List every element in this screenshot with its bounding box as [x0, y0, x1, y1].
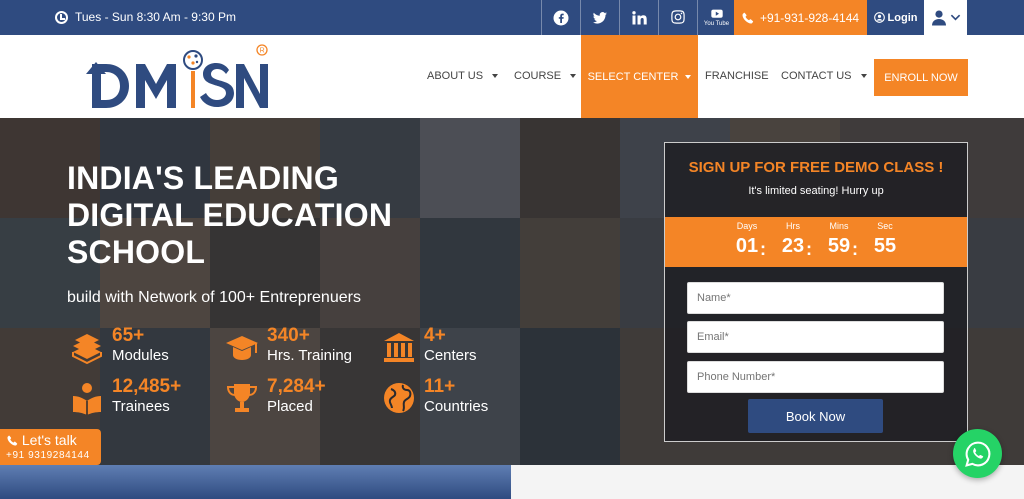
headline-line-1: INDIA'S LEADING [67, 160, 339, 196]
countdown-days-label: Days [736, 221, 758, 231]
books-icon [72, 334, 102, 364]
countdown-seconds-label: Sec [877, 221, 893, 231]
top-bar: Tues - Sun 8:30 Am - 9:30 Pm You Tube +9… [0, 0, 1024, 35]
stat-centers: 4+ Centers [382, 326, 477, 366]
nav-about-us[interactable]: ABOUT US [427, 70, 499, 82]
next-section-left [0, 465, 511, 499]
countdown-seconds: Sec 55 [865, 221, 905, 258]
stat-label: Hrs. Training [267, 347, 353, 364]
countdown-hours-label: Hrs [786, 221, 800, 231]
caret-down-icon [570, 74, 577, 78]
stat-number: 7,284+ [267, 376, 326, 397]
lets-talk-label: Let's talk [21, 432, 77, 448]
countdown-separator: : [852, 239, 858, 259]
building-icon [384, 333, 414, 362]
phone-icon [7, 435, 18, 446]
phone-icon [742, 12, 754, 24]
header-phone-number: +91-931-928-4144 [759, 10, 860, 25]
lets-talk-title: Let's talk [7, 432, 77, 448]
stat-number: 4+ [424, 325, 446, 346]
nav-about-label: ABOUT US [427, 70, 484, 82]
hero-headline: INDIA'S LEADING DIGITAL EDUCATION SCHOOL [67, 160, 427, 271]
countdown-seconds-value: 55 [873, 235, 897, 257]
user-circle-icon [873, 12, 885, 23]
facebook-link[interactable] [541, 0, 580, 35]
main-header: R ABOUT US COURSE SELECT CENTER FRANCHIS… [0, 35, 1024, 118]
headline-line-3: SCHOOL [67, 234, 206, 270]
opening-hours-text: Tues - Sun 8:30 Am - 9:30 Pm [75, 10, 236, 24]
stat-number: 12,485+ [112, 376, 182, 397]
stat-label: Placed [267, 398, 313, 415]
countdown-timer: Days 01 : Hrs 23 : Mins 59 : Sec 55 [665, 217, 967, 267]
twitter-icon [592, 11, 607, 24]
svg-text:R: R [260, 48, 265, 55]
hero-subheading: build with Network of 100+ Entreprenuers [67, 289, 361, 306]
logo-mark: R [86, 44, 268, 108]
countdown-separator: : [760, 239, 766, 259]
youtube-label: You Tube [703, 20, 730, 27]
login-link[interactable]: Login [867, 0, 924, 35]
opening-hours: Tues - Sun 8:30 Am - 9:30 Pm [55, 10, 236, 24]
nav-select-center[interactable]: SELECT CENTER [581, 35, 698, 118]
linkedin-icon [632, 10, 647, 24]
nav-contact-label: CONTACT US [781, 70, 852, 82]
stat-placed: 7,284+ Placed [225, 377, 326, 417]
graduation-cap-icon [226, 336, 258, 360]
whatsapp-icon [964, 441, 990, 467]
nav-franchise-label: FRANCHISE [705, 70, 769, 82]
stat-label: Modules [112, 347, 169, 364]
stat-number: 11+ [424, 376, 456, 397]
countdown-separator: : [806, 239, 812, 259]
user-menu-toggle[interactable] [924, 0, 967, 35]
caret-down-icon [492, 74, 499, 78]
nav-select-center-label: SELECT CENTER [587, 70, 679, 83]
nav-franchise[interactable]: FRANCHISE [705, 70, 769, 82]
linkedin-link[interactable] [619, 0, 658, 35]
lets-talk-phone: +91 9319284144 [6, 450, 90, 461]
caret-down-icon [860, 74, 867, 78]
stat-countries: 11+ Countries [382, 377, 488, 417]
stat-training-hours: 340+ Hrs. Training [225, 326, 352, 366]
signup-subtitle: It's limited seating! Hurry up [748, 185, 884, 197]
email-input[interactable] [687, 321, 944, 353]
phone-input[interactable] [687, 361, 944, 393]
instagram-link[interactable] [658, 0, 697, 35]
twitter-link[interactable] [580, 0, 619, 35]
globe-icon [384, 383, 414, 413]
nav-contact-us[interactable]: CONTACT US [781, 70, 867, 82]
stat-number: 65+ [112, 325, 145, 346]
instagram-icon [671, 9, 685, 24]
name-input[interactable] [687, 282, 944, 314]
stat-trainees: 12,485+ Trainees [70, 377, 181, 417]
clock-icon [55, 10, 68, 24]
stat-label: Centers [424, 347, 477, 364]
stat-label: Trainees [112, 398, 170, 415]
enroll-now-button[interactable]: ENROLL NOW [874, 59, 968, 96]
dmsn-logo[interactable]: R [84, 40, 269, 114]
countdown-minutes-label: Mins [829, 221, 849, 231]
next-section-right [511, 465, 1024, 499]
chevron-down-icon [950, 14, 960, 21]
reader-icon [73, 383, 101, 415]
trophy-icon [226, 384, 258, 412]
facebook-icon [553, 10, 569, 25]
book-now-button[interactable]: Book Now [748, 399, 883, 433]
stat-modules: 65+ Modules [70, 326, 169, 366]
youtube-link[interactable]: You Tube [697, 0, 736, 35]
signup-title: SIGN UP FOR FREE DEMO CLASS ! [688, 159, 944, 176]
nav-course[interactable]: COURSE [514, 70, 577, 82]
nav-course-label: COURSE [514, 70, 562, 82]
caret-down-icon [685, 74, 692, 79]
whatsapp-button[interactable] [953, 429, 1002, 478]
demo-signup-form: SIGN UP FOR FREE DEMO CLASS ! It's limit… [664, 142, 968, 442]
youtube-icon [710, 9, 723, 18]
stat-number: 340+ [267, 325, 310, 346]
stat-label: Countries [424, 398, 489, 415]
headline-line-2: DIGITAL EDUCATION [67, 197, 393, 233]
user-icon [931, 10, 946, 26]
header-phone-link[interactable]: +91-931-928-4144 [734, 0, 867, 35]
lets-talk-button[interactable]: Let's talk +91 9319284144 [0, 429, 101, 465]
login-label: Login [887, 11, 918, 24]
